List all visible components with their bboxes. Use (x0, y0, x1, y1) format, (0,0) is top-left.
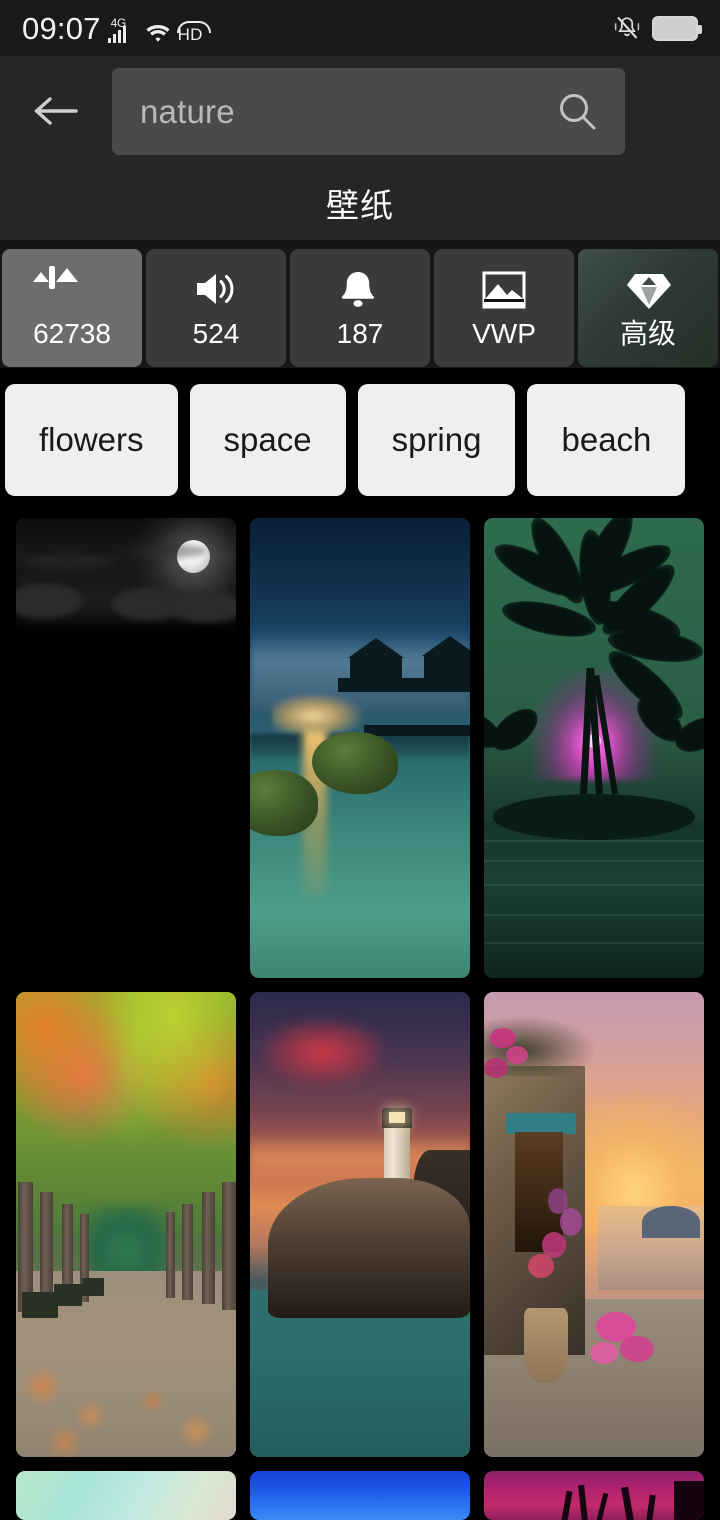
wallpaper-app-screen: 09:07 4G HD nature 壁纸 62738 524 187 VWP … (0, 0, 720, 1520)
back-button[interactable] (0, 56, 112, 166)
tab-ringtones[interactable]: 524 (146, 249, 286, 367)
chip-space[interactable]: space (189, 383, 346, 496)
hd-icon: HD (176, 20, 211, 44)
wallpaper-card-mint-gradient[interactable] (16, 1471, 236, 1520)
status-bar: 09:07 4G HD (0, 0, 720, 56)
chip-spring[interactable]: spring (357, 383, 516, 496)
diamond-icon (625, 269, 671, 311)
search-input[interactable]: nature (112, 67, 625, 155)
wallpaper-card-palm-silhouette[interactable] (484, 518, 704, 978)
tab-notifications[interactable]: 187 (290, 249, 430, 367)
back-arrow-icon (34, 97, 78, 125)
search-icon[interactable] (555, 89, 599, 133)
live-wallpaper-icon (481, 269, 527, 311)
wallpaper-card-lagoon-sunset[interactable] (250, 518, 470, 978)
wallpaper-thumb (16, 518, 236, 656)
category-tab-bar: 62738 524 187 VWP 高级 (0, 240, 720, 368)
tab-premium-label: 高级 (619, 317, 676, 349)
wallpaper-thumb (250, 518, 470, 978)
signal-icon: 4G (107, 16, 138, 44)
page-title-bar: 壁纸 (0, 166, 720, 240)
wallpaper-card-lighthouse-cliff[interactable] (250, 992, 470, 1457)
tab-ringtones-label: 524 (192, 317, 240, 349)
battery-icon (652, 15, 702, 41)
status-clock: 09:07 (22, 10, 101, 46)
wallpaper-thumb (16, 1471, 236, 1520)
wallpaper-card-autumn-path[interactable] (16, 992, 236, 1457)
wallpaper-grid (0, 511, 720, 1520)
tab-wallpapers-label: 62738 (33, 317, 111, 349)
tab-premium[interactable]: 高级 (578, 249, 718, 367)
image-icon (49, 265, 95, 311)
wallpaper-thumb (484, 992, 704, 1457)
tab-notifications-label: 187 (336, 317, 384, 349)
tab-live-wallpaper-label: VWP (472, 317, 536, 349)
speaker-icon (193, 269, 239, 311)
wallpaper-thumb (484, 1471, 704, 1520)
wallpaper-card-neon-palms[interactable] (484, 1471, 704, 1520)
search-input-value: nature (140, 94, 235, 128)
status-bar-right (614, 15, 702, 41)
chip-flowers[interactable]: flowers (5, 383, 178, 496)
wallpaper-thumb (250, 992, 470, 1457)
tab-live-wallpaper[interactable]: VWP (434, 249, 574, 367)
tab-wallpapers[interactable]: 62738 (2, 249, 142, 367)
wallpaper-card-blue-gradient[interactable] (250, 1471, 470, 1520)
suggestion-chips: flowers space spring beach (0, 368, 720, 511)
page-title: 壁纸 (326, 187, 394, 224)
wallpaper-thumb (16, 992, 236, 1457)
bell-icon (337, 269, 383, 311)
wallpaper-thumb (250, 1471, 470, 1520)
mute-icon (614, 15, 640, 41)
wallpaper-thumb (484, 518, 704, 978)
wallpaper-card-moon-clouds[interactable] (16, 518, 236, 656)
wifi-icon (145, 22, 171, 44)
chip-beach[interactable]: beach (527, 383, 686, 496)
wallpaper-card-seaside-flowers[interactable] (484, 992, 704, 1457)
search-header: nature (0, 56, 720, 166)
status-bar-left: 09:07 4G HD (22, 10, 211, 46)
